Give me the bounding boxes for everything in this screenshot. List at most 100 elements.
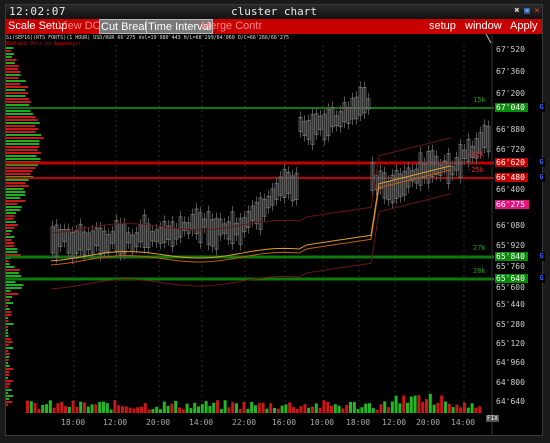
volume-bar	[197, 406, 200, 413]
volume-bar	[387, 407, 390, 413]
price-tick: 64'800	[496, 378, 525, 387]
profile-bar	[6, 98, 29, 100]
price-tick: 67'360	[496, 67, 525, 76]
price-tick: 67'520	[496, 45, 525, 54]
volume-bar	[425, 399, 428, 413]
profile-bar	[6, 323, 14, 325]
time-tick: 10:00	[310, 418, 335, 427]
alert-badge[interactable]: G	[538, 173, 545, 182]
volume-bar	[474, 407, 478, 413]
volume-bar	[254, 405, 257, 413]
profile-bar	[6, 194, 26, 196]
profile-bar	[6, 116, 36, 118]
profile-bar	[6, 122, 40, 124]
volume-bar	[250, 401, 254, 413]
volume-bar	[83, 402, 86, 413]
profile-bar	[6, 182, 26, 184]
alert-badge[interactable]: G	[538, 103, 545, 112]
price-tick: 65'120	[496, 339, 525, 348]
profile-bar	[6, 158, 41, 160]
time-tick: 14:00	[189, 418, 214, 427]
profile-bar	[6, 284, 24, 286]
profile-bar	[6, 338, 11, 340]
profile-bar	[6, 287, 22, 289]
profile-bar	[6, 110, 31, 112]
profile-bar	[6, 86, 29, 88]
level-volume: 28k	[473, 267, 486, 275]
volume-bar	[90, 404, 94, 413]
price-tick: 65'600	[496, 283, 525, 292]
profile-bar	[6, 383, 11, 385]
volume-bar	[307, 407, 311, 413]
profile-bar	[6, 317, 8, 319]
profile-bar	[6, 212, 17, 214]
volume-bar	[52, 407, 56, 413]
volume-bar	[151, 409, 155, 413]
fix-button[interactable]: FIX	[486, 415, 499, 422]
alert-badge[interactable]: G	[538, 274, 545, 283]
profile-bar	[6, 377, 8, 379]
volume-bar	[242, 402, 246, 413]
profile-bar	[6, 320, 9, 322]
volume-bar	[470, 403, 474, 413]
level-price-label: 66'480	[495, 173, 528, 182]
profile-bar	[6, 191, 26, 193]
alert-badge[interactable]: G	[538, 252, 545, 261]
profile-bar	[6, 305, 8, 307]
profile-bar	[6, 302, 14, 304]
time-tick: 18:00	[346, 418, 371, 427]
profile-bar	[6, 236, 15, 238]
profile-bar	[6, 221, 17, 223]
profile-bar	[6, 239, 12, 241]
volume-bar	[341, 408, 345, 413]
level-volume: -52k	[467, 151, 484, 159]
volume-bar	[79, 401, 83, 413]
profile-bar	[6, 275, 22, 277]
volume-bars	[26, 393, 482, 413]
profile-bar	[6, 152, 41, 154]
profile-bar	[6, 230, 13, 232]
volume-bar	[140, 406, 143, 413]
volume-bar	[109, 409, 113, 413]
profile-bar	[6, 248, 18, 250]
profile-bar	[6, 128, 39, 130]
volume-bar	[113, 400, 117, 413]
volume-bar	[170, 403, 174, 413]
alert-badge[interactable]: G	[538, 158, 545, 167]
volume-bar	[208, 406, 212, 413]
profile-bar	[6, 143, 40, 145]
volume-bar	[216, 400, 219, 413]
time-tick: 14:00	[451, 418, 476, 427]
volume-bar	[162, 401, 166, 413]
profile-bar	[6, 68, 19, 70]
volume-bar	[273, 407, 276, 413]
volume-profile	[6, 47, 44, 406]
profile-bar	[6, 215, 15, 217]
volume-bar	[330, 405, 333, 413]
profile-bar	[6, 404, 8, 406]
profile-bar	[6, 281, 16, 283]
volume-bar	[246, 408, 250, 413]
volume-bar	[368, 403, 371, 413]
volume-bar	[288, 402, 292, 413]
profile-bar	[6, 344, 9, 346]
volume-bar	[455, 404, 459, 413]
level-lines	[6, 107, 494, 281]
price-tick: 66'720	[496, 145, 525, 154]
profile-bar	[6, 65, 19, 67]
profile-bar	[6, 80, 26, 82]
volume-bar	[379, 404, 383, 413]
profile-bar	[6, 359, 9, 361]
profile-bar	[6, 314, 12, 316]
cluster-chart-canvas[interactable]	[6, 5, 542, 435]
profile-bar	[6, 335, 9, 337]
volume-bar	[29, 401, 33, 413]
profile-bar	[6, 392, 8, 394]
volume-bar	[174, 400, 178, 413]
volume-bar	[337, 405, 341, 413]
volume-bar	[98, 401, 102, 413]
volume-bar	[398, 403, 402, 413]
volume-bar	[314, 403, 318, 413]
volume-bar	[219, 409, 223, 413]
profile-bar	[6, 197, 21, 199]
